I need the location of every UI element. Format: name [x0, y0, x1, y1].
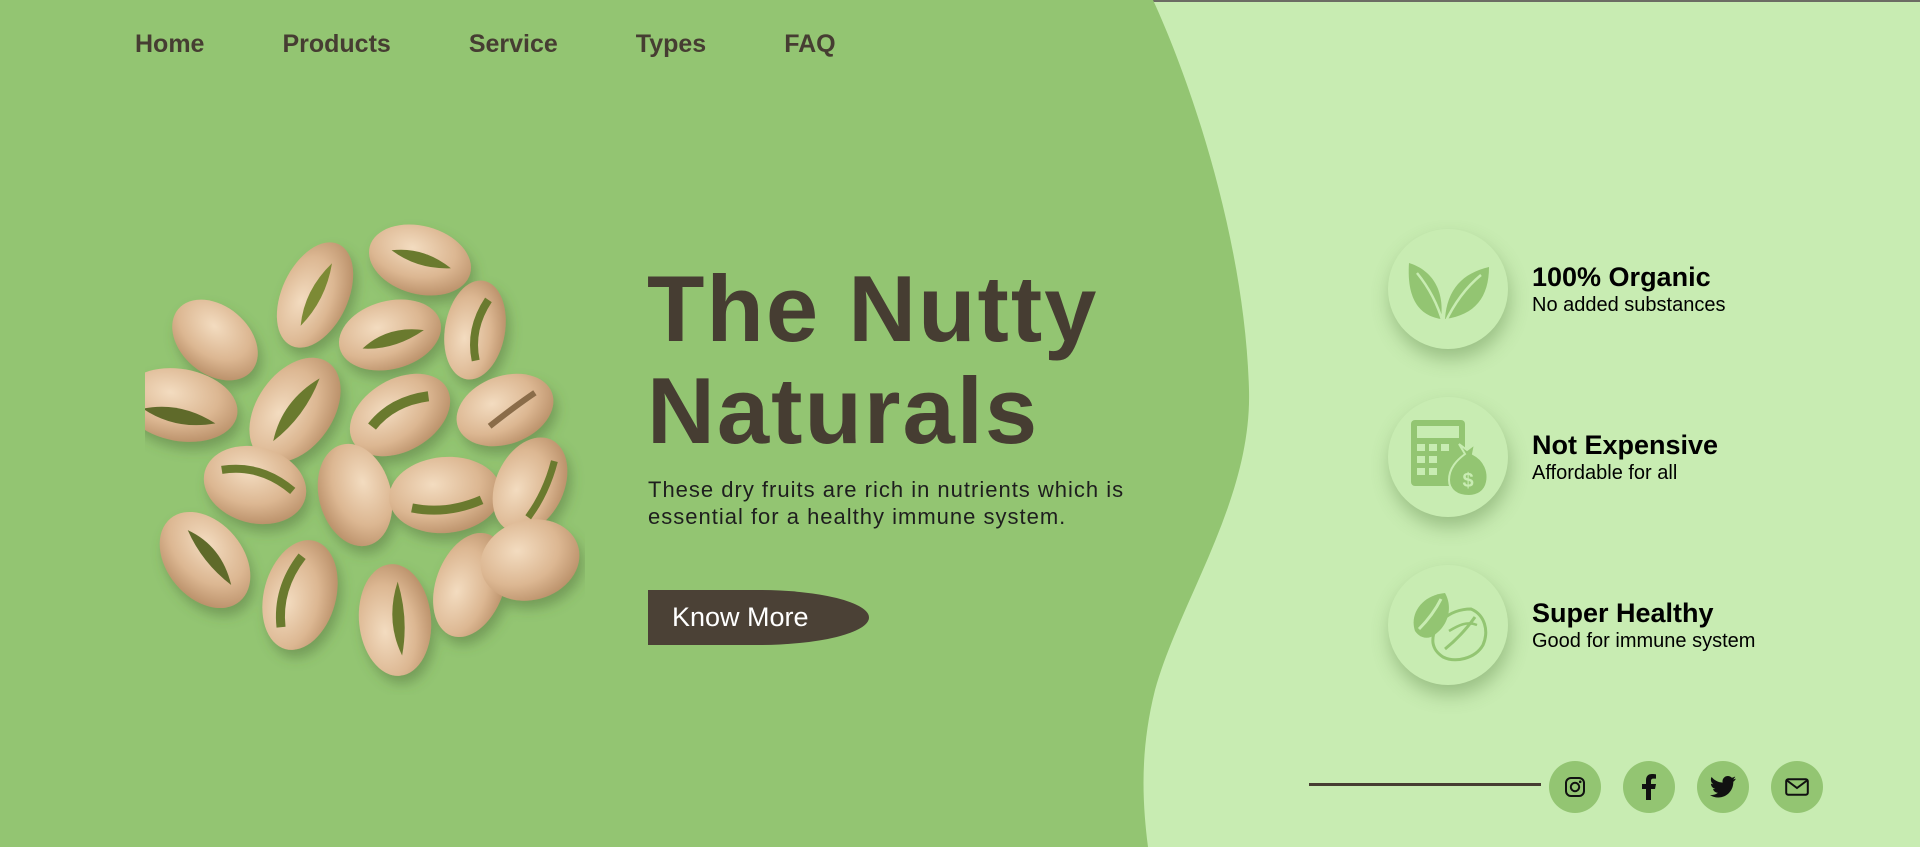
nav-faq[interactable]: FAQ [784, 30, 835, 59]
leaf-icon [1408, 263, 1489, 324]
twitter-button[interactable] [1697, 761, 1749, 813]
calculator-money-bag-icon: $ [1411, 420, 1489, 498]
nut-icon [1413, 593, 1488, 662]
nav-types[interactable]: Types [636, 30, 706, 59]
feature-title: 100% Organic [1532, 262, 1711, 292]
hero-title-line-1: The Nutty [647, 256, 1099, 361]
instagram-icon [1565, 777, 1585, 797]
twitter-icon [1710, 776, 1736, 798]
feature-subtitle: No added substances [1532, 294, 1726, 316]
facebook-icon [1642, 774, 1656, 800]
feature-icon-circle: $ [1388, 397, 1508, 517]
feature-title: Super Healthy [1532, 598, 1714, 628]
feature-icon-circle [1388, 229, 1508, 349]
feature-text: 100% Organic No added substances [1532, 261, 1725, 317]
nav-service[interactable]: Service [469, 30, 558, 59]
mail-icon [1785, 778, 1809, 796]
social-divider [1309, 783, 1541, 786]
feature-icon-circle [1388, 565, 1508, 685]
hero-title-line-2: Naturals [647, 358, 1040, 463]
facebook-button[interactable] [1623, 761, 1675, 813]
feature-healthy: Super Healthy Good for immune system [1388, 565, 1755, 685]
main-nav: Home Products Service Types FAQ [135, 30, 836, 59]
nav-home[interactable]: Home [135, 30, 204, 59]
hero-title: The Nutty Naturals [647, 258, 1167, 462]
feature-organic: 100% Organic No added substances [1388, 229, 1725, 349]
instagram-button[interactable] [1549, 761, 1601, 813]
mail-button[interactable] [1771, 761, 1823, 813]
feature-subtitle: Affordable for all [1532, 462, 1678, 484]
feature-affordable: $ Not Expensive Affordable for all [1388, 397, 1718, 517]
svg-text:$: $ [1462, 470, 1473, 492]
hero-description: These dry fruits are rich in nutrients w… [648, 477, 1125, 529]
feature-subtitle: Good for immune system [1532, 630, 1756, 652]
feature-text: Super Healthy Good for immune system [1532, 597, 1755, 653]
nav-products[interactable]: Products [282, 30, 390, 59]
feature-title: Not Expensive [1532, 430, 1719, 460]
feature-text: Not Expensive Affordable for all [1532, 429, 1718, 485]
pistachios-image [145, 224, 580, 676]
know-more-button[interactable]: Know More [648, 590, 869, 645]
